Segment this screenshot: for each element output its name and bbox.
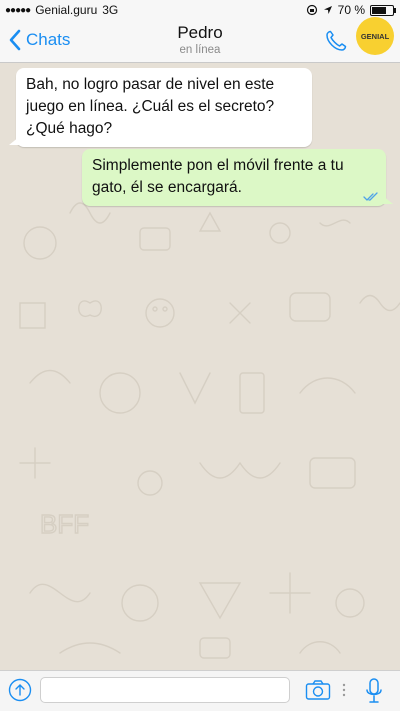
network-type-label: 3G [102,3,119,17]
location-icon [323,6,332,14]
more-dots-icon [342,683,346,697]
status-bar: ●●●●● Genial.guru 3G 70 % [0,0,400,20]
share-upload-icon[interactable] [8,678,32,702]
chat-header: Chats Pedro en línea GENIAL [0,17,400,63]
microphone-icon[interactable] [364,677,384,705]
chat-area: BFF Bah, no logro pasar de nivel en este… [0,63,400,670]
battery-level-fill [372,6,386,14]
carrier-label: Genial.guru [35,3,98,17]
message-text: Bah, no logro pasar de nivel en este jue… [26,76,275,137]
status-left: ●●●●● Genial.guru 3G [5,3,118,17]
battery-icon [370,4,396,16]
outgoing-message-bubble[interactable]: Simplemente pon el móvil frente a tu gat… [82,149,393,206]
message-input-bar [0,670,400,711]
message-text: Simplemente pon el móvil frente a tu gat… [92,157,344,196]
phone-call-icon[interactable] [324,29,348,53]
svg-text:BFF: BFF [40,509,89,539]
orientation-lock-icon [306,4,317,16]
message-input[interactable] [40,677,290,703]
contact-avatar[interactable]: GENIAL [356,17,394,55]
status-right: 70 % [306,3,396,17]
battery-percent-label: 70 % [337,3,365,17]
signal-strength-icon: ●●●●● [5,4,31,16]
incoming-message-bubble[interactable]: Bah, no logro pasar de nivel en este jue… [9,68,312,147]
camera-icon[interactable] [305,679,331,701]
read-receipt-icon [363,192,378,201]
